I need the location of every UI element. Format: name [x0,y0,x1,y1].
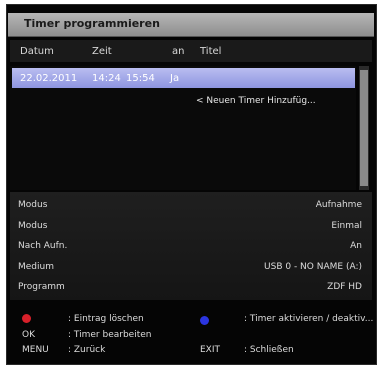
detail-row-medium[interactable]: Medium USB 0 - NO NAME (A:) [10,257,372,278]
title-bar: Timer programmieren [8,13,374,37]
detail-row-nach-aufn[interactable]: Nach Aufn. An [10,236,372,257]
menu-key-label: MENU [22,345,49,355]
ok-key-label: OK [22,330,35,340]
exit-action-label: : Schließen [244,345,294,355]
timer-active: Ja [170,73,180,84]
timer-date: 22.02.2011 [20,73,78,84]
detail-row-programm[interactable]: Programm ZDF HD [10,277,372,298]
detail-row-modus-2[interactable]: Modus Einmal [10,216,372,237]
detail-value: An [350,241,362,251]
column-header: Datum Zeit an Titel [10,40,372,62]
col-datum: Datum [20,46,54,57]
col-titel: Titel [200,46,222,57]
detail-label: Modus [18,200,48,210]
red-button-icon [22,314,31,323]
timer-row-selected[interactable]: 22.02.2011 14:24 15:54 Ja [12,68,355,88]
timer-end: 15:54 [126,73,155,84]
blue-action-label: : Timer aktivieren / deaktiv... [244,314,374,324]
add-timer-item[interactable]: < Neuen Timer Hinzufüg... [196,96,316,106]
detail-label: Nach Aufn. [18,241,68,251]
detail-label: Medium [18,262,54,272]
red-action-label: : Eintrag löschen [68,314,144,324]
detail-value: Einmal [331,221,362,231]
detail-value: ZDF HD [327,282,362,292]
timer-start: 14:24 [92,73,121,84]
detail-value: Aufnahme [315,200,362,210]
scrollbar-thumb[interactable] [360,70,368,186]
menu-action-label: : Zurück [68,345,106,355]
detail-value: USB 0 - NO NAME (A:) [264,262,362,272]
ok-action-label: : Timer bearbeiten [68,330,152,340]
key-legend: : Eintrag löschen : Timer aktivieren / d… [10,305,374,360]
detail-label: Modus [18,221,48,231]
window-title: Timer programmieren [24,17,160,30]
blue-button-icon [200,316,209,325]
detail-label: Programm [18,282,65,292]
col-an: an [172,46,185,57]
detail-row-modus[interactable]: Modus Aufnahme [10,195,372,216]
col-zeit: Zeit [92,46,112,57]
exit-key-label: EXIT [200,345,221,355]
